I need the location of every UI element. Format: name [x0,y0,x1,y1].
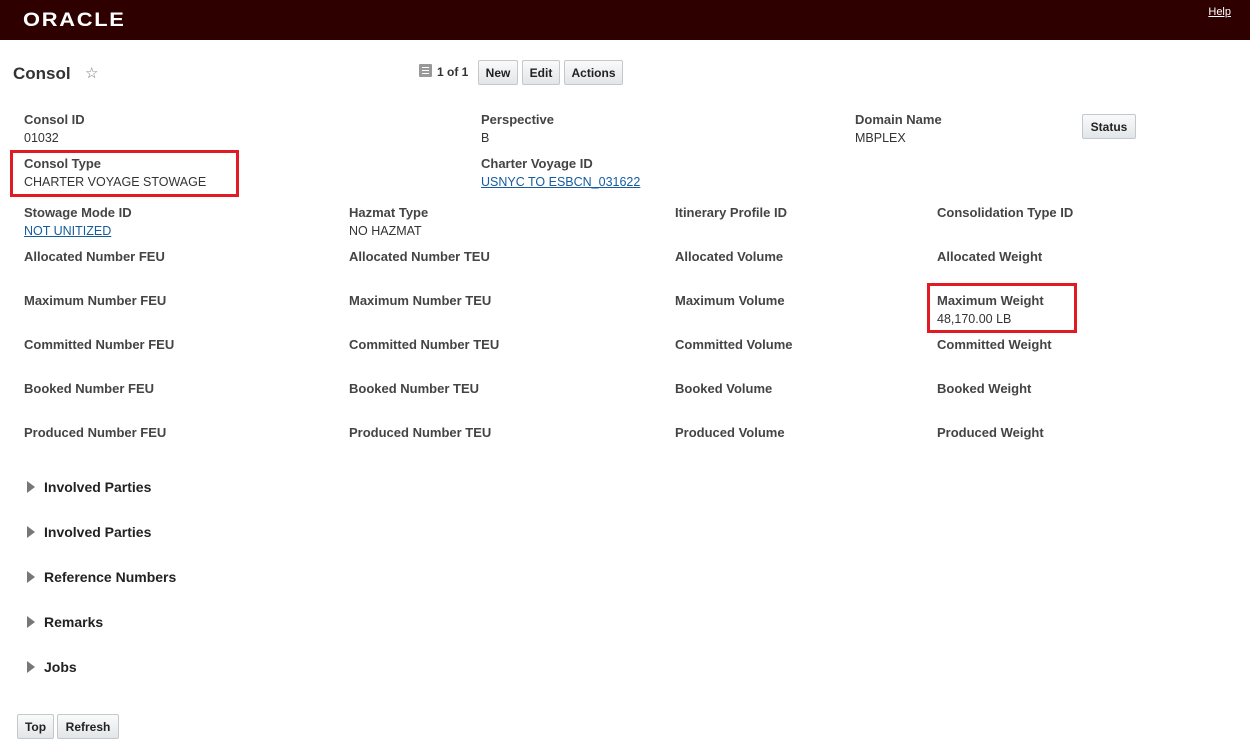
field-label: Allocated Number TEU [349,249,490,264]
field-value: CHARTER VOYAGE STOWAGE [24,175,207,189]
field-label: Produced Volume [675,425,785,440]
field-label: Committed Number FEU [24,337,175,352]
field-label: Consol ID [24,112,85,127]
section-remarks[interactable]: Remarks [27,614,103,630]
expand-triangle-icon[interactable] [27,481,35,493]
field-label: Charter Voyage ID [481,156,593,171]
expand-triangle-icon[interactable] [27,616,35,628]
pager-count: 1 of 1 [437,65,469,79]
field-allocated-weight: Allocated Weight [937,249,1042,264]
field-stowage-mode-id: Stowage Mode ID NOT UNITIZED [24,205,132,238]
field-label: Committed Volume [675,337,793,352]
field-booked-volume: Booked Volume [675,381,772,396]
field-label: Allocated Weight [937,249,1043,264]
field-consol-id: Consol ID 01032 [24,112,85,145]
field-booked-number-teu: Booked Number TEU [349,381,479,396]
field-label: Allocated Number FEU [24,249,165,264]
field-domain-name: Domain Name MBPLEX [855,112,942,145]
actions-button[interactable]: Actions [564,60,623,85]
refresh-button[interactable]: Refresh [57,714,119,739]
expand-triangle-icon[interactable] [27,661,35,673]
help-link[interactable]: Help [1208,6,1231,18]
section-title: Remarks [44,614,104,630]
field-label: Domain Name [855,112,942,127]
field-produced-number-teu: Produced Number TEU [349,425,491,440]
field-committed-volume: Committed Volume [675,337,793,352]
field-label: Maximum Number TEU [349,293,492,308]
oracle-logo: ORACLE [23,10,126,31]
field-value: 48,170.00 LB [937,312,1012,326]
field-charter-voyage-id: Charter Voyage ID USNYC TO ESBCN_031622 [481,156,640,189]
field-label: Maximum Volume [675,293,785,308]
field-produced-volume: Produced Volume [675,425,785,440]
field-label: Booked Number FEU [24,381,155,396]
field-produced-number-feu: Produced Number FEU [24,425,166,440]
field-maximum-weight: Maximum Weight 48,170.00 LB [937,293,1044,326]
field-maximum-volume: Maximum Volume [675,293,785,308]
field-allocated-volume: Allocated Volume [675,249,783,264]
status-button[interactable]: Status [1082,114,1136,139]
favorite-star-icon[interactable]: ☆ [85,64,98,82]
field-label: Booked Weight [937,381,1032,396]
field-label: Stowage Mode ID [24,205,132,220]
field-committed-number-feu: Committed Number FEU [24,337,174,352]
field-value: NO HAZMAT [349,224,422,238]
field-value: MBPLEX [855,131,906,145]
field-consol-type: Consol Type CHARTER VOYAGE STOWAGE [24,156,206,189]
field-booked-weight: Booked Weight [937,381,1031,396]
field-itinerary-profile-id: Itinerary Profile ID [675,205,787,220]
field-label: Booked Volume [675,381,773,396]
section-title: Reference Numbers [44,569,177,585]
top-button[interactable]: Top [17,714,54,739]
field-maximum-number-teu: Maximum Number TEU [349,293,491,308]
field-value: B [481,131,490,145]
section-involved-parties-2[interactable]: Involved Parties [27,524,151,540]
field-label: Maximum Weight [937,293,1044,308]
section-reference-numbers[interactable]: Reference Numbers [27,569,176,585]
stowage-mode-link[interactable]: NOT UNITIZED [24,224,132,238]
field-consolidation-type-id: Consolidation Type ID [937,205,1073,220]
field-value: 01032 [24,131,59,145]
field-allocated-number-teu: Allocated Number TEU [349,249,490,264]
field-label: Allocated Volume [675,249,784,264]
header-bar: ORACLE Help [0,0,1250,40]
field-maximum-number-feu: Maximum Number FEU [24,293,166,308]
field-label: Itinerary Profile ID [675,205,787,220]
page-title: Consol [13,64,71,83]
section-involved-parties[interactable]: Involved Parties [27,479,151,495]
field-label: Maximum Number FEU [24,293,167,308]
section-title: Jobs [44,659,77,675]
new-button[interactable]: New [478,60,518,85]
charter-voyage-link[interactable]: USNYC TO ESBCN_031622 [481,175,640,189]
field-committed-number-teu: Committed Number TEU [349,337,499,352]
field-label: Booked Number TEU [349,381,480,396]
field-label: Committed Weight [937,337,1052,352]
edit-button[interactable]: Edit [522,60,560,85]
field-label: Produced Number FEU [24,425,167,440]
field-produced-weight: Produced Weight [937,425,1044,440]
expand-triangle-icon[interactable] [27,526,35,538]
field-label: Produced Weight [937,425,1044,440]
field-label: Hazmat Type [349,205,429,220]
field-allocated-number-feu: Allocated Number FEU [24,249,165,264]
field-label: Committed Number TEU [349,337,500,352]
list-icon[interactable] [419,64,432,77]
field-committed-weight: Committed Weight [937,337,1052,352]
section-title: Involved Parties [44,479,152,495]
field-label: Consol Type [24,156,102,171]
section-jobs[interactable]: Jobs [27,659,77,675]
field-label: Perspective [481,112,554,127]
expand-triangle-icon[interactable] [27,571,35,583]
field-perspective: Perspective B [481,112,554,145]
field-booked-number-feu: Booked Number FEU [24,381,154,396]
section-title: Involved Parties [44,524,152,540]
field-label: Consolidation Type ID [937,205,1074,220]
field-hazmat-type: Hazmat Type NO HAZMAT [349,205,428,238]
field-label: Produced Number TEU [349,425,492,440]
